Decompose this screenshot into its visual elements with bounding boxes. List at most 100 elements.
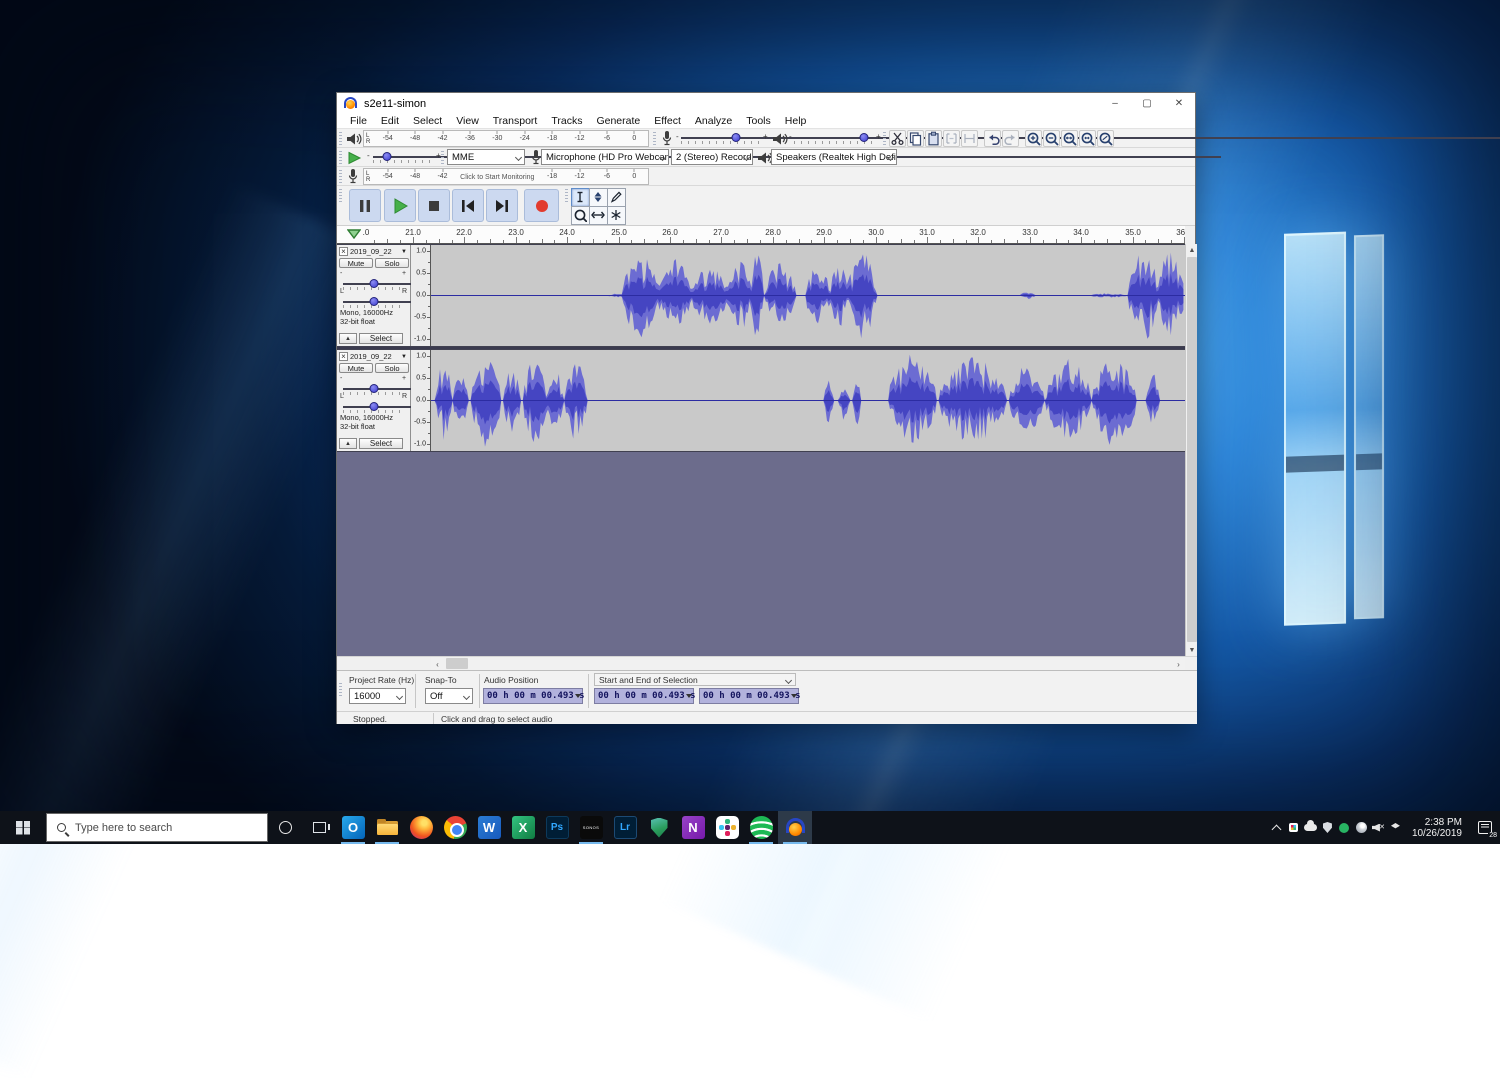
tray-steam-icon[interactable]: [1353, 811, 1370, 844]
taskbar-app-outlook[interactable]: O: [336, 811, 370, 844]
horizontal-scrollbar[interactable]: ‹ ›: [431, 657, 1185, 671]
track-close-button[interactable]: ×: [339, 247, 348, 256]
zoom-project-button[interactable]: [1079, 130, 1096, 147]
taskbar-search-input[interactable]: Type here to search: [46, 813, 268, 842]
track-solo-button[interactable]: Solo: [375, 258, 409, 268]
notification-center-button[interactable]: 28: [1470, 811, 1500, 844]
slider-thumb[interactable]: [860, 133, 869, 142]
paste-button[interactable]: [925, 130, 942, 147]
menu-generate[interactable]: Generate: [589, 115, 647, 127]
track-vertical-ruler[interactable]: 1.00.50.0-0.5-1.0: [411, 350, 431, 451]
toolbar-grip-handle[interactable]: [565, 189, 568, 202]
zoom-selection-button[interactable]: [1061, 130, 1078, 147]
taskbar-app-excel[interactable]: X: [506, 811, 540, 844]
cut-button[interactable]: [889, 130, 906, 147]
audio-position-field[interactable]: 00 h 00 m 00.493 s: [483, 688, 583, 704]
menu-transport[interactable]: Transport: [486, 115, 545, 127]
track-select-button[interactable]: Select: [359, 333, 403, 344]
play-speed-slider[interactable]: [373, 151, 433, 163]
pause-button[interactable]: [349, 189, 381, 222]
scroll-right-arrow[interactable]: ›: [1172, 657, 1185, 671]
zoom-in-button[interactable]: [1025, 130, 1042, 147]
recording-device-select[interactable]: Microphone (HD Pro Webcam (: [541, 149, 669, 165]
selection-end-field[interactable]: 00 h 00 m 00.493 s: [699, 688, 799, 704]
close-button[interactable]: ✕: [1163, 93, 1195, 114]
scroll-down-arrow[interactable]: ▼: [1186, 644, 1198, 656]
selection-tool-button[interactable]: [571, 188, 590, 207]
track-mute-button[interactable]: Mute: [339, 258, 373, 268]
tray-volume-muted-icon[interactable]: ✕: [1370, 811, 1387, 844]
play-at-speed-button[interactable]: [346, 148, 362, 167]
vertical-scroll-thumb[interactable]: [1187, 257, 1197, 642]
track-solo-button[interactable]: Solo: [375, 363, 409, 373]
scroll-up-arrow[interactable]: ▲: [1186, 244, 1198, 256]
tray-onedrive-icon[interactable]: [1302, 811, 1319, 844]
audio-host-select[interactable]: MME: [447, 149, 525, 165]
timeshift-tool-button[interactable]: [589, 206, 608, 225]
taskbar-app-onenote[interactable]: N: [676, 811, 710, 844]
track-close-button[interactable]: ×: [339, 352, 348, 361]
track-waveform[interactable]: [431, 350, 1185, 451]
play-button[interactable]: [384, 189, 416, 222]
minimize-button[interactable]: –: [1099, 93, 1131, 114]
track-mute-button[interactable]: Mute: [339, 363, 373, 373]
track-name-menu[interactable]: 2019_09_22▼: [350, 351, 409, 362]
tray-chevron-up-icon[interactable]: [1268, 811, 1285, 844]
track-pan-slider[interactable]: [343, 401, 405, 413]
menu-tools[interactable]: Tools: [739, 115, 778, 127]
track-collapse-button[interactable]: ▲: [339, 438, 357, 449]
menu-tracks[interactable]: Tracks: [544, 115, 589, 127]
track-waveform[interactable]: [431, 245, 1185, 346]
track-gain-slider[interactable]: [343, 383, 405, 395]
skip-start-button[interactable]: [452, 189, 484, 222]
tray-dropbox-icon[interactable]: [1387, 811, 1404, 844]
scroll-left-arrow[interactable]: ‹: [431, 657, 444, 671]
snap-to-select[interactable]: Off: [425, 688, 473, 704]
taskbar-app-chrome[interactable]: [438, 811, 472, 844]
copy-button[interactable]: [907, 130, 924, 147]
record-button[interactable]: [524, 189, 559, 222]
vertical-scrollbar[interactable]: ▲▼: [1185, 244, 1197, 656]
task-view-button[interactable]: [302, 811, 336, 844]
envelope-tool-button[interactable]: [589, 188, 608, 207]
recording-volume-slider[interactable]: [681, 132, 759, 144]
zoom-tool-button[interactable]: [571, 206, 590, 225]
maximize-button[interactable]: ▢: [1131, 93, 1163, 114]
slider-thumb[interactable]: [732, 133, 741, 142]
taskbar-app-audacity[interactable]: [778, 811, 812, 844]
track-pan-slider[interactable]: [343, 296, 405, 308]
menu-select[interactable]: Select: [406, 115, 449, 127]
tray-green-status-icon[interactable]: [1336, 811, 1353, 844]
menu-file[interactable]: File: [343, 115, 374, 127]
taskbar-app-sonos[interactable]: SONOS: [574, 811, 608, 844]
track-vertical-ruler[interactable]: 1.00.50.0-0.5-1.0: [411, 245, 431, 346]
toolbar-grip-handle[interactable]: [339, 132, 342, 145]
title-bar[interactable]: s2e11-simon –▢✕: [337, 93, 1195, 114]
taskbar-app-word[interactable]: W: [472, 811, 506, 844]
menu-help[interactable]: Help: [778, 115, 814, 127]
recording-channels-select[interactable]: 2 (Stereo) Recordir: [671, 149, 753, 165]
track-collapse-button[interactable]: ▲: [339, 333, 357, 344]
selection-mode-dropdown[interactable]: Start and End of Selection: [594, 673, 796, 686]
skip-end-button[interactable]: [486, 189, 518, 222]
toolbar-grip-handle[interactable]: [883, 132, 886, 145]
toolbar-grip-handle[interactable]: [339, 170, 342, 183]
playback-meter[interactable]: LR-54-48-42-36-30-24-18-12-60: [363, 130, 649, 147]
slider-thumb[interactable]: [370, 384, 379, 393]
menu-effect[interactable]: Effect: [647, 115, 688, 127]
undo-button[interactable]: [984, 130, 1001, 147]
start-button[interactable]: [0, 811, 46, 844]
timeline-pin-icon[interactable]: [347, 229, 361, 239]
taskbar-app-slack[interactable]: [710, 811, 744, 844]
taskbar-app-firefox[interactable]: [404, 811, 438, 844]
slider-thumb[interactable]: [370, 402, 379, 411]
taskbar-app-photoshop[interactable]: Ps: [540, 811, 574, 844]
slider-thumb[interactable]: [370, 297, 379, 306]
taskbar-app-spotify[interactable]: [744, 811, 778, 844]
toolbar-grip-handle[interactable]: [441, 151, 444, 164]
taskbar-app-defender[interactable]: [642, 811, 676, 844]
tray-slack-tray-icon[interactable]: [1285, 811, 1302, 844]
multi-tool-button[interactable]: [607, 206, 626, 225]
toolbar-grip-handle[interactable]: [653, 132, 656, 145]
draw-tool-button[interactable]: [607, 188, 626, 207]
